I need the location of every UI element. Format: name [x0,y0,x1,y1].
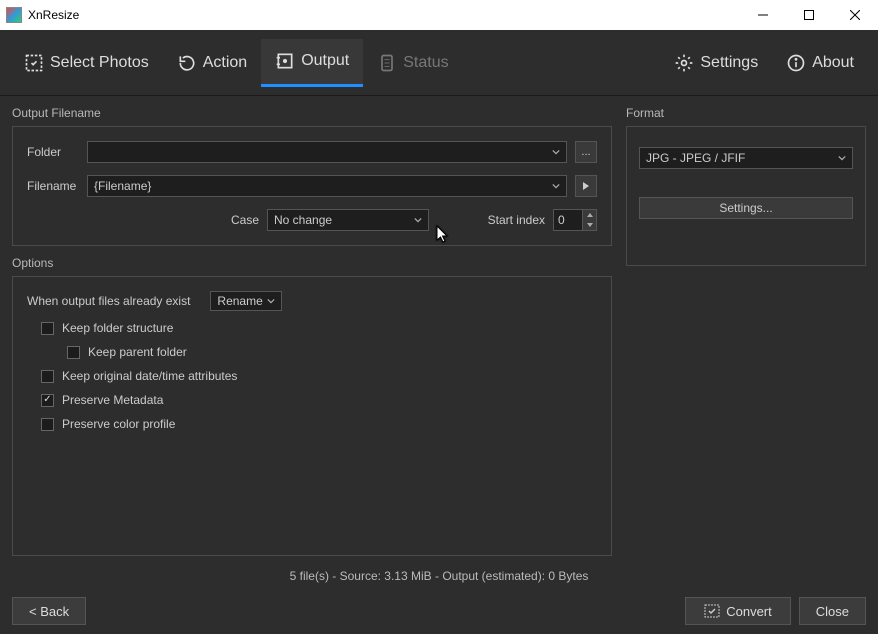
status-icon [377,53,397,73]
select-photos-icon [24,53,44,73]
chevron-down-icon [552,145,560,159]
play-icon [582,181,590,191]
convert-button[interactable]: Convert [685,597,791,625]
start-index-label: Start index [488,213,545,227]
chevron-down-icon [414,213,422,227]
keep-date-label: Keep original date/time attributes [62,369,237,383]
start-index-value: 0 [558,213,565,227]
output-icon [275,51,295,71]
browse-folder-button[interactable]: ... [575,141,597,163]
output-filename-section: Output Filename Folder ... Filename {Fil… [12,106,612,246]
chevron-down-icon [552,179,560,193]
folder-combo[interactable] [87,141,567,163]
filename-combo[interactable]: {Filename} [87,175,567,197]
close-button[interactable]: Close [799,597,866,625]
chevron-down-icon [838,151,846,165]
preserve-meta-label: Preserve Metadata [62,393,163,407]
tab-output-label: Output [301,52,349,70]
keep-parent-checkbox[interactable] [67,346,80,359]
window-controls [740,0,878,30]
info-icon [786,53,806,73]
format-value: JPG - JPEG / JFIF [646,151,745,165]
keep-folder-checkbox[interactable] [41,322,54,335]
tab-about-label: About [812,54,854,72]
tab-select-photos-label: Select Photos [50,54,149,72]
case-combo[interactable]: No change [267,209,429,231]
format-title: Format [626,106,866,120]
format-section: Format JPG - JPEG / JFIF Settings... [626,106,866,556]
maximize-button[interactable] [786,0,832,30]
options-title: Options [12,256,612,270]
action-icon [177,53,197,73]
status-bar: 5 file(s) - Source: 3.13 MiB - Output (e… [0,564,878,588]
tab-settings-label: Settings [700,54,758,72]
exist-combo[interactable]: Rename [210,291,282,311]
tab-status[interactable]: Status [363,39,462,87]
options-section: Options When output files already exist … [12,256,612,556]
filename-template-button[interactable] [575,175,597,197]
gear-icon [674,53,694,73]
case-label: Case [227,213,259,227]
top-tab-bar: Select Photos Action Output Status Setti… [0,30,878,96]
tab-action-label: Action [203,54,247,72]
case-value: No change [274,213,332,227]
folder-label: Folder [27,145,79,159]
tab-output[interactable]: Output [261,39,363,87]
tab-about[interactable]: About [772,39,868,87]
preserve-color-label: Preserve color profile [62,417,175,431]
filename-value: {Filename} [94,179,151,193]
preserve-meta-checkbox[interactable] [41,394,54,407]
keep-parent-label: Keep parent folder [88,345,187,359]
minimize-button[interactable] [740,0,786,30]
format-combo[interactable]: JPG - JPEG / JFIF [639,147,853,169]
main-content: Output Filename Folder ... Filename {Fil… [0,96,878,556]
keep-date-checkbox[interactable] [41,370,54,383]
keep-folder-label: Keep folder structure [62,321,173,335]
output-filename-title: Output Filename [12,106,612,120]
format-settings-button[interactable]: Settings... [639,197,853,219]
close-window-button[interactable] [832,0,878,30]
app-icon [6,7,22,23]
status-text: 5 file(s) - Source: 3.13 MiB - Output (e… [290,569,589,583]
back-button[interactable]: < Back [12,597,86,625]
spin-up[interactable] [582,210,596,220]
tab-settings[interactable]: Settings [660,39,772,87]
tab-action[interactable]: Action [163,39,261,87]
bottom-bar: < Back Convert Close [0,588,878,634]
chevron-down-icon [267,294,275,308]
titlebar: XnResize [0,0,878,30]
spin-down[interactable] [582,220,596,230]
tab-select-photos[interactable]: Select Photos [10,39,163,87]
window-title: XnResize [28,8,740,22]
convert-icon [704,604,720,618]
start-index-spin[interactable]: 0 [553,209,597,231]
filename-label: Filename [27,179,79,193]
exist-value: Rename [217,294,262,308]
exist-label: When output files already exist [27,294,190,308]
preserve-color-checkbox[interactable] [41,418,54,431]
tab-status-label: Status [403,54,448,72]
